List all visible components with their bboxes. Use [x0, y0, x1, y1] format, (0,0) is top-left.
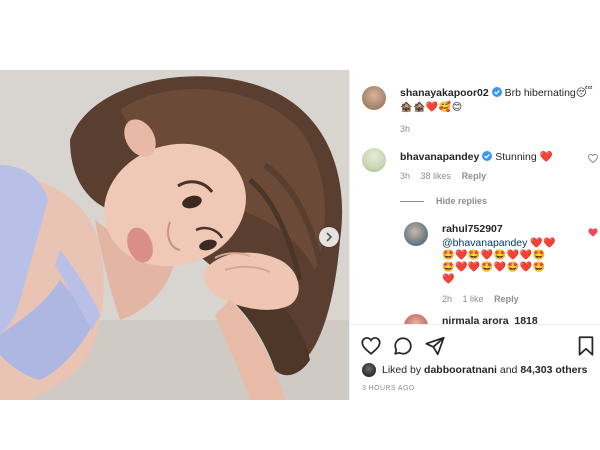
comment-likes[interactable]: 38 likes: [421, 171, 452, 181]
reply-emojis-line1: ❤️❤️: [530, 238, 557, 249]
reply-emojis-line3: 🤩❤️❤️🤩❤️🤩❤️🤩: [442, 262, 546, 273]
comment-text: Stunning ❤️: [495, 151, 553, 163]
portrait-illustration: [0, 70, 349, 400]
comment-bubble-icon[interactable]: [392, 335, 414, 357]
liked-by-prefix: Liked by: [382, 364, 422, 376]
heart-outline-icon[interactable]: [360, 335, 382, 357]
verified-badge-icon: [491, 87, 502, 101]
reply-likes[interactable]: 1 like: [463, 294, 484, 304]
post-side-panel: shanayakapoor02 Brb hibernating😴 🏚️🏚️❤️🥰…: [349, 70, 600, 400]
chevron-right-icon: [326, 232, 333, 242]
likes-count[interactable]: 84,303 others: [520, 364, 587, 376]
liked-by-user[interactable]: dabbooratnani: [424, 364, 497, 376]
reply-avatar[interactable]: [404, 222, 428, 246]
reply-time[interactable]: 2h: [442, 294, 452, 304]
hide-replies-button[interactable]: Hide replies: [400, 196, 487, 206]
commenter-username[interactable]: bhavanapandey: [400, 151, 479, 163]
owner-avatar[interactable]: [362, 86, 386, 110]
comment-reply-button[interactable]: Reply: [462, 171, 487, 181]
caption-block: shanayakapoor02 Brb hibernating😴 🏚️🏚️❤️🥰…: [400, 86, 595, 134]
reply-meta: 2h 1 like Reply: [442, 294, 572, 304]
post-photo[interactable]: [0, 70, 349, 400]
reply-emojis-line4: ❤️: [442, 274, 455, 285]
reply-item: rahul752907 @bhavanapandey ❤️❤️ 🤩❤️🤩❤️🤩❤…: [442, 222, 572, 304]
reply-emojis-line2: 🤩❤️🤩❤️🤩❤️❤️🤩: [442, 250, 546, 261]
paper-plane-icon[interactable]: [424, 335, 446, 357]
owner-username[interactable]: shanayakapoor02: [400, 87, 489, 99]
comments-list[interactable]: shanayakapoor02 Brb hibernating😴 🏚️🏚️❤️🥰…: [350, 70, 600, 324]
verified-badge-icon: [482, 151, 493, 165]
instagram-post: shanayakapoor02 Brb hibernating😴 🏚️🏚️❤️🥰…: [0, 70, 600, 400]
post-timestamp[interactable]: 3 HOURS AGO: [362, 385, 415, 392]
comment-meta: 3h 38 likes Reply: [400, 171, 580, 181]
caption-emojis: 🏚️🏚️❤️🥰😊: [400, 102, 463, 113]
reply-liked-heart-icon[interactable]: [588, 228, 598, 239]
reply-reply-button[interactable]: Reply: [494, 294, 519, 304]
caption-time[interactable]: 3h: [400, 124, 410, 134]
liked-by-and: and: [499, 364, 518, 376]
next-reply-username[interactable]: nirmala arora_1818: [442, 315, 538, 324]
bookmark-icon[interactable]: [576, 335, 598, 357]
reply-mention[interactable]: @bhavanapandey: [442, 237, 527, 249]
post-action-bar: Liked by dabbooratnani and 84,303 others…: [350, 324, 600, 401]
comment-item: bhavanapandey Stunning ❤️ 3h 38 likes Re…: [400, 150, 580, 181]
hide-replies-label: Hide replies: [436, 196, 488, 206]
carousel-next-button[interactable]: [319, 227, 339, 247]
caption-text: Brb hibernating😴: [504, 87, 593, 99]
comment-time[interactable]: 3h: [400, 171, 410, 181]
commenter-avatar[interactable]: [362, 148, 386, 172]
liker-avatar[interactable]: [362, 363, 376, 377]
next-reply-avatar[interactable]: [404, 314, 428, 324]
hide-replies-line: [400, 200, 424, 202]
reply-username[interactable]: rahul752907: [442, 223, 503, 235]
caption-meta: 3h: [400, 124, 595, 134]
comment-like-heart-icon[interactable]: [588, 153, 598, 165]
likes-summary: Liked by dabbooratnani and 84,303 others: [362, 363, 587, 377]
